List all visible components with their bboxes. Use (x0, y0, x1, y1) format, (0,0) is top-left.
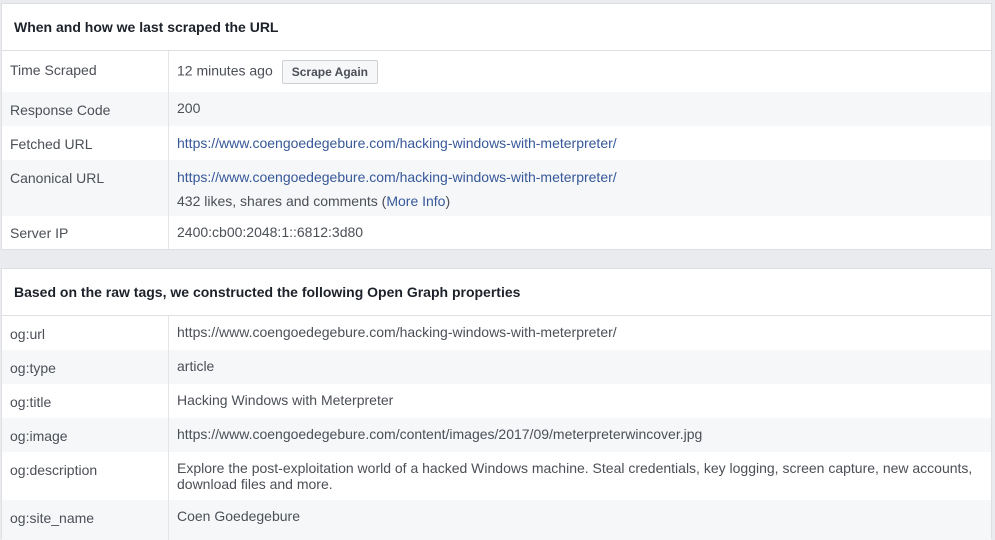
og-image-value: https://www.coengoedegebure.com/content/… (177, 426, 703, 442)
fetched-url-label: Fetched URL (2, 126, 169, 160)
time-scraped-row: Time Scraped 12 minutes ago Scrape Again (2, 51, 991, 92)
og-description-key: og:description (2, 452, 169, 500)
canonical-url-link[interactable]: https://www.coengoedegebure.com/hacking-… (177, 169, 617, 185)
og-site-name-row: og:site_name Coen Goedegebure (2, 500, 991, 540)
time-scraped-value: 12 minutes ago (177, 62, 273, 79)
og-image-row: og:image https://www.coengoedegebure.com… (2, 418, 991, 452)
og-site-name-key: og:site_name (2, 500, 169, 540)
response-code-row: Response Code 200 (2, 92, 991, 126)
more-info-link[interactable]: More Info (386, 193, 445, 209)
og-properties-heading: Based on the raw tags, we constructed th… (2, 269, 991, 316)
response-code-label: Response Code (2, 92, 169, 126)
scrape-info-heading: When and how we last scraped the URL (2, 4, 991, 51)
fetched-url-link[interactable]: https://www.coengoedegebure.com/hacking-… (177, 135, 617, 151)
engagement-text: 432 likes, shares and comments (More Inf… (177, 193, 451, 209)
og-url-key: og:url (2, 316, 169, 350)
server-ip-row: Server IP 2400:cb00:2048:1::6812:3d80 (2, 216, 991, 249)
og-type-key: og:type (2, 350, 169, 384)
og-title-key: og:title (2, 384, 169, 418)
scrape-again-button[interactable]: Scrape Again (281, 60, 378, 84)
time-scraped-label: Time Scraped (2, 51, 169, 92)
og-site-name-value: Coen Goedegebure (177, 508, 300, 524)
og-title-value: Hacking Windows with Meterpreter (177, 392, 394, 408)
canonical-url-label: Canonical URL (2, 160, 169, 216)
server-ip-value: 2400:cb00:2048:1::6812:3d80 (177, 224, 364, 240)
og-description-row: og:description Explore the post-exploita… (2, 452, 991, 500)
og-url-value: https://www.coengoedegebure.com/hacking-… (177, 324, 617, 340)
og-description-value: Explore the post-exploitation world of a… (177, 460, 973, 492)
og-image-key: og:image (2, 418, 169, 452)
og-title-row: og:title Hacking Windows with Meterprete… (2, 384, 991, 418)
scrape-info-card: When and how we last scraped the URL Tim… (1, 3, 992, 250)
og-type-row: og:type article (2, 350, 991, 384)
response-code-value: 200 (177, 100, 201, 116)
og-url-row: og:url https://www.coengoedegebure.com/h… (2, 316, 991, 350)
canonical-url-row: Canonical URL https://www.coengoedegebur… (2, 160, 991, 216)
fetched-url-row: Fetched URL https://www.coengoedegebure.… (2, 126, 991, 160)
og-properties-card: Based on the raw tags, we constructed th… (1, 268, 992, 540)
og-type-value: article (177, 358, 215, 374)
server-ip-label: Server IP (2, 216, 169, 249)
